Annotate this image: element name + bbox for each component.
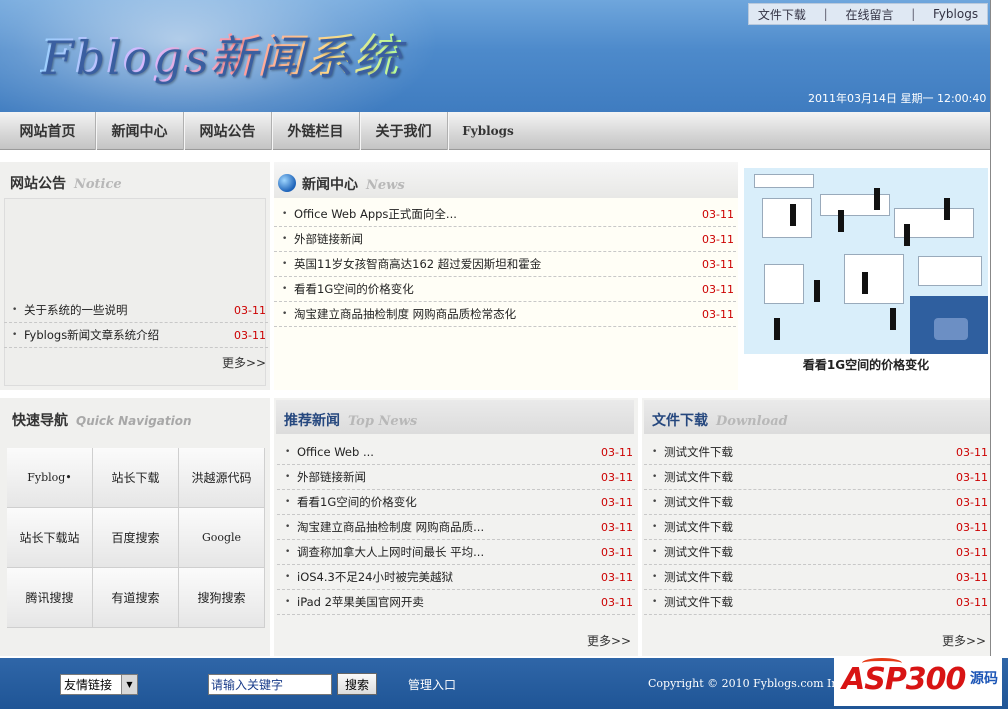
site-header: Fblogs新闻系统 文件下载 | 在线留言 | Fyblogs 2011年03… xyxy=(0,0,990,112)
list-item[interactable]: 测试文件下载03-11 xyxy=(644,565,990,590)
notice-list: 关于系统的一些说明03-11 Fyblogs新闻文章系统介绍03-11 xyxy=(4,298,268,348)
quick-link-google[interactable]: Google xyxy=(179,508,265,568)
quick-link-webmaster-site[interactable]: 站长下载站 xyxy=(7,508,93,568)
list-item[interactable]: 看看1G空间的价格变化03-11 xyxy=(277,490,635,515)
main-nav: 网站首页 新闻中心 网站公告 外链栏目 关于我们 Fyblogs xyxy=(0,112,990,150)
nav-fyblogs[interactable]: Fyblogs xyxy=(448,112,528,150)
list-item[interactable]: 测试文件下载03-11 xyxy=(644,540,990,565)
download-list: 测试文件下载03-11 测试文件下载03-11 测试文件下载03-11 测试文件… xyxy=(644,440,990,615)
top-links: 文件下载 | 在线留言 | Fyblogs xyxy=(748,3,988,25)
top-news-title: 推荐新闻 Top News xyxy=(284,413,418,429)
news-center-title: 新闻中心 News xyxy=(278,174,405,194)
list-item[interactable]: 淘宝建立商品抽检制度 网购商品质...03-11 xyxy=(277,515,635,540)
news-center-list: Office Web Apps正式面向全...03-11 外部链接新闻03-11… xyxy=(274,202,736,327)
list-item[interactable]: Office Web Apps正式面向全...03-11 xyxy=(274,202,736,227)
photo-news-image[interactable] xyxy=(744,168,988,354)
select-value: 友情链接 xyxy=(64,678,113,692)
nav-home[interactable]: 网站首页 xyxy=(0,112,96,150)
list-item[interactable]: 测试文件下载03-11 xyxy=(644,490,990,515)
nav-links[interactable]: 外链栏目 xyxy=(272,112,360,150)
list-item[interactable]: 测试文件下载03-11 xyxy=(644,465,990,490)
nav-about[interactable]: 关于我们 xyxy=(360,112,448,150)
globe-icon xyxy=(278,174,296,192)
download-more-link[interactable]: 更多>> xyxy=(942,632,986,649)
search-input[interactable] xyxy=(208,674,332,695)
list-item[interactable]: 外部链接新闻03-11 xyxy=(274,227,736,252)
top-news-more-link[interactable]: 更多>> xyxy=(587,632,631,649)
top-link-message[interactable]: 在线留言 xyxy=(845,6,893,23)
list-item[interactable]: Office Web ...03-11 xyxy=(277,440,635,465)
list-item[interactable]: 调查称加拿大人上网时间最长 平均...03-11 xyxy=(277,540,635,565)
right-edge-border xyxy=(990,0,1008,658)
quick-link-fyblog[interactable]: Fyblog• xyxy=(7,448,93,508)
photo-news-caption[interactable]: 看看1G空间的价格变化 xyxy=(744,356,988,373)
list-item[interactable]: iOS4.3不足24小时被完美越狱03-11 xyxy=(277,565,635,590)
list-item[interactable]: 测试文件下载03-11 xyxy=(644,440,990,465)
nav-notice[interactable]: 网站公告 xyxy=(184,112,272,150)
notice-title: 网站公告 Notice xyxy=(10,176,122,192)
copyright-text: Copyright © 2010 Fyblogs.com Inc xyxy=(648,677,845,690)
list-item[interactable]: 淘宝建立商品抽检制度 网购商品质检常态化03-11 xyxy=(274,302,736,327)
chevron-down-icon[interactable]: ▼ xyxy=(121,675,137,694)
notice-more-link[interactable]: 更多>> xyxy=(222,354,266,371)
list-item[interactable]: 外部链接新闻03-11 xyxy=(277,465,635,490)
friend-links-select[interactable]: 友情链接 ▼ xyxy=(60,674,138,695)
top-link-fyblogs[interactable]: Fyblogs xyxy=(933,7,978,21)
list-item[interactable]: 测试文件下载03-11 xyxy=(644,515,990,540)
list-item[interactable]: Fyblogs新闻文章系统介绍03-11 xyxy=(4,323,268,348)
list-item[interactable]: iPad 2苹果美国官网开卖03-11 xyxy=(277,590,635,615)
quick-nav-grid: Fyblog• 站长下载 洪越源代码 站长下载站 百度搜索 Google 腾讯搜… xyxy=(7,448,265,628)
download-title: 文件下载 Download xyxy=(652,413,788,429)
site-logo[interactable]: Fblogs新闻系统 xyxy=(40,20,401,86)
datetime: 2011年03月14日 星期一 12:00:40 xyxy=(808,92,987,105)
quick-link-webmaster-download[interactable]: 站长下载 xyxy=(93,448,179,508)
list-item[interactable]: 英国11岁女孩智商高达162 超过爱因斯坦和霍金03-11 xyxy=(274,252,736,277)
nav-news[interactable]: 新闻中心 xyxy=(96,112,184,150)
top-news-list: Office Web ...03-11 外部链接新闻03-11 看看1G空间的价… xyxy=(277,440,635,615)
separator: | xyxy=(823,7,828,21)
list-item[interactable]: 看看1G空间的价格变化03-11 xyxy=(274,277,736,302)
admin-link[interactable]: 管理入口 xyxy=(408,676,456,693)
quick-link-soso[interactable]: 腾讯搜搜 xyxy=(7,568,93,628)
quick-link-sogou[interactable]: 搜狗搜索 xyxy=(179,568,265,628)
quick-link-hongyue-source[interactable]: 洪越源代码 xyxy=(179,448,265,508)
search-button[interactable]: 搜索 xyxy=(337,673,377,695)
list-item[interactable]: 测试文件下载03-11 xyxy=(644,590,990,615)
asp300-watermark-logo: ASP300 源码 xyxy=(834,656,1002,706)
separator: | xyxy=(911,7,916,21)
quick-nav-title: 快速导航 Quick Navigation xyxy=(12,413,192,429)
quick-link-youdao[interactable]: 有道搜索 xyxy=(93,568,179,628)
list-item[interactable]: 关于系统的一些说明03-11 xyxy=(4,298,268,323)
top-link-download[interactable]: 文件下载 xyxy=(758,6,806,23)
quick-link-baidu[interactable]: 百度搜索 xyxy=(93,508,179,568)
